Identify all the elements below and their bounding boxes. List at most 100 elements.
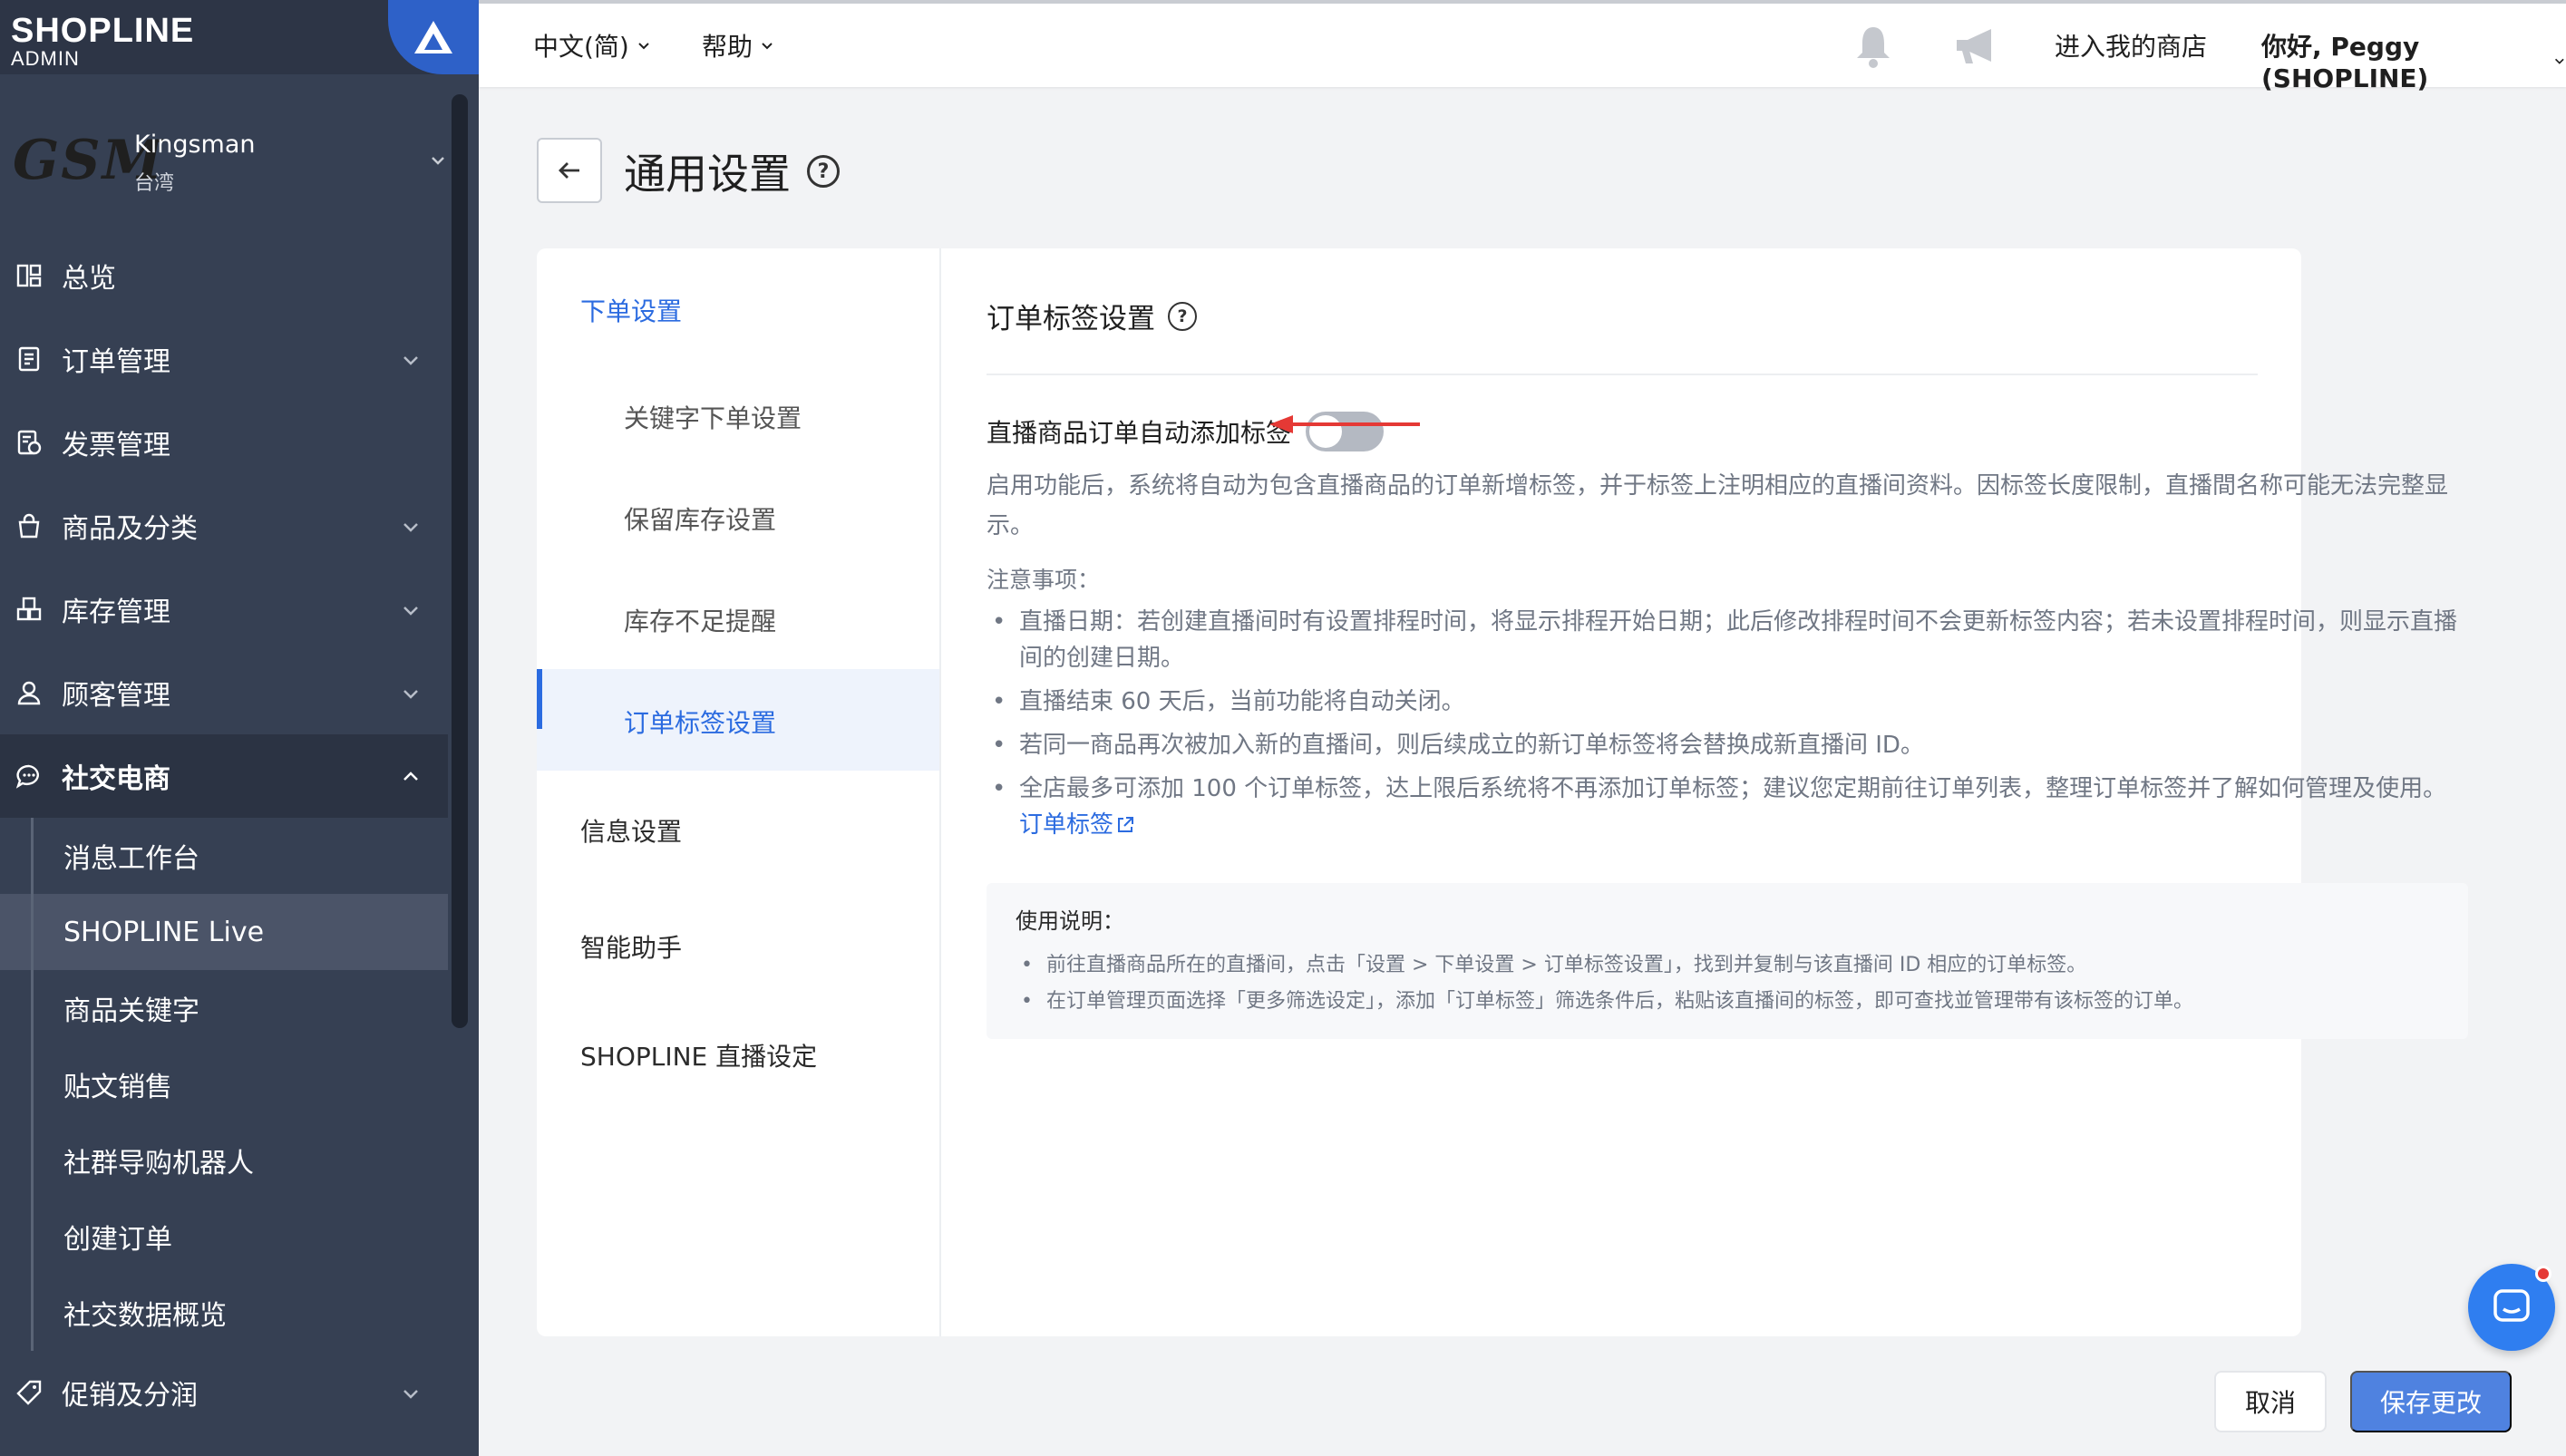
sidebar-item-label: 订单管理 [62, 346, 170, 378]
chevron-down-icon [432, 157, 444, 165]
user-menu[interactable]: 你好, Peggy (SHOPLINE) [2261, 27, 2566, 93]
cancel-button[interactable]: 取消 [2214, 1371, 2327, 1432]
store-region: 台湾 [134, 172, 175, 195]
order-tag-link[interactable]: 订单标签 [1019, 811, 1135, 839]
back-button[interactable] [537, 138, 602, 203]
question-mark-icon[interactable]: ? [1168, 301, 1197, 331]
page-title: 通用设置 [624, 150, 791, 199]
sidebar-header: SHOPLINE ADMIN [0, 0, 479, 74]
notification-dot [2535, 1266, 2551, 1282]
chat-bubble-icon [15, 762, 44, 791]
user-icon [15, 678, 44, 707]
toggle-label: 直播商品订单自动添加标签 [987, 418, 1292, 448]
chevron-down-icon [2555, 58, 2565, 64]
submenu-item-post-sales[interactable]: 贴文销售 [0, 1046, 448, 1122]
settings-nav-active-indicator [537, 669, 542, 729]
note-item: 直播结束 60 天后，当前功能将自动关闭。 [987, 684, 2474, 720]
store-switcher[interactable]: GSM Kingsman 台湾 [0, 96, 453, 223]
invoice-icon [15, 428, 44, 457]
question-mark-icon[interactable]: ? [807, 155, 840, 188]
language-selector[interactable]: 中文(简) [533, 27, 651, 63]
sidebar-item-label: 促销及分润 [62, 1380, 198, 1412]
sidebar-item-social-commerce[interactable]: 社交电商 [0, 734, 448, 818]
usage-item: 在订单管理页面选择「更多筛选设定」，添加「订单标签」筛选条件后，粘贴该直播间的标… [1016, 984, 2439, 1020]
settings-nav: 下单设置 关键字下单设置 保留库存设置 库存不足提醒 订单标签设置 信息设置 智… [537, 248, 941, 1336]
notes-title: 注意事项： [987, 567, 1101, 593]
submenu-item-social-analytics[interactable]: 社交数据概览 [0, 1275, 448, 1351]
chat-icon [2493, 1289, 2530, 1322]
sidebar-item-label: 顾客管理 [62, 680, 170, 712]
sidebar-item-label: 发票管理 [62, 430, 170, 461]
usage-list: 前往直播商品所在的直播间，点击「设置 > 下单设置 > 订单标签设置」，找到并复… [1016, 947, 2439, 1020]
settings-nav-low-stock-alert[interactable]: 库存不足提醒 [624, 602, 1026, 638]
brand-mark-icon [388, 0, 479, 74]
inventory-icon [15, 595, 44, 624]
sidebar-item-customers[interactable]: 顾客管理 [0, 651, 448, 734]
note-item-with-link: 全店最多可添加 100 个订单标签，达上限后系统将不再添加订单标签；建议您定期前… [987, 771, 2474, 843]
logo-text: SHOPLINE [11, 12, 195, 50]
chevron-down-icon [403, 356, 418, 365]
section-title-row: 订单标签设置 ? [987, 296, 1197, 336]
section-divider [987, 374, 2258, 375]
usage-item: 前往直播商品所在的直播间，点击「设置 > 下单设置 > 订单标签设置」，找到并复… [1016, 947, 2439, 984]
store-name: Kingsman [134, 131, 256, 159]
shopline-logo[interactable]: SHOPLINE ADMIN [11, 13, 194, 69]
enter-store-link[interactable]: 进入我的商店 [2055, 27, 2207, 63]
submenu-item-create-order[interactable]: 创建订单 [0, 1199, 448, 1275]
settings-nav-order-tag[interactable]: 订单标签设置 [624, 704, 1026, 740]
help-label: 帮助 [702, 32, 753, 62]
sidebar-item-label: 社交电商 [62, 763, 170, 795]
usage-instructions-box: 使用说明： 前往直播商品所在的直播间，点击「设置 > 下单设置 > 订单标签设置… [987, 883, 2468, 1039]
bell-icon[interactable] [1852, 24, 1895, 69]
chevron-down-icon [638, 43, 649, 50]
settings-nav-smart-assistant[interactable]: 智能助手 [580, 928, 983, 965]
sidebar-nav: 总览 订单管理 发票管理 商品及分类 库存管理 顾客管理 社交电商 消息工作台 … [0, 234, 448, 1434]
order-tag-link-text: 订单标签 [1019, 811, 1114, 839]
settings-nav-order-settings[interactable]: 下单设置 [580, 292, 983, 328]
submenu-item-message-center[interactable]: 消息工作台 [0, 818, 448, 894]
sidebar-item-inventory[interactable]: 库存管理 [0, 568, 448, 651]
tag-icon [15, 1378, 44, 1407]
sidebar-item-products[interactable]: 商品及分类 [0, 484, 448, 568]
submenu-item-shopping-bot[interactable]: 社群导购机器人 [0, 1122, 448, 1199]
section-title: 订单标签设置 [987, 303, 1155, 335]
settings-nav-live-settings[interactable]: SHOPLINE 直播设定 [580, 1037, 983, 1073]
usage-title: 使用说明： [1016, 908, 1124, 934]
settings-nav-keyword-order[interactable]: 关键字下单设置 [624, 399, 1026, 435]
dashboard-icon [15, 261, 44, 290]
chevron-up-icon [403, 772, 418, 781]
sidebar-item-invoices[interactable]: 发票管理 [0, 401, 448, 484]
help-menu[interactable]: 帮助 [702, 27, 774, 63]
sidebar-item-promotions[interactable]: 促销及分润 [0, 1351, 448, 1434]
topbar: 中文(简) 帮助 进入我的商店 你好, Peggy (SHOPLINE) [479, 0, 2566, 93]
feature-description: 启用功能后，系统将自动为包含直播商品的订单新增标签，并于标签上注明相应的直播间资… [987, 472, 2449, 539]
logo-subtext: ADMIN [11, 47, 80, 70]
save-changes-button[interactable]: 保存更改 [2350, 1371, 2512, 1432]
chevron-down-icon [762, 43, 773, 50]
sidebar: SHOPLINE ADMIN GSM Kingsman 台湾 总览 订单管理 发… [0, 0, 479, 1456]
sidebar-scrollbar[interactable] [452, 94, 468, 1028]
sidebar-item-label: 商品及分类 [62, 513, 198, 545]
submenu-line [31, 818, 34, 1351]
sidebar-item-label: 总览 [62, 263, 116, 295]
settings-nav-reserve-stock[interactable]: 保留库存设置 [624, 500, 1026, 537]
sidebar-item-label: 库存管理 [62, 597, 170, 628]
chevron-down-icon [403, 523, 418, 532]
page-title-row: 通用设置 ? [624, 141, 840, 201]
settings-card: 下单设置 关键字下单设置 保留库存设置 库存不足提醒 订单标签设置 信息设置 智… [537, 248, 2468, 1336]
chevron-down-icon [403, 690, 418, 699]
sidebar-item-orders[interactable]: 订单管理 [0, 317, 448, 401]
submenu-item-shopline-live[interactable]: SHOPLINE Live [0, 894, 448, 970]
megaphone-icon[interactable] [1951, 24, 2002, 69]
bag-icon [15, 511, 44, 540]
external-link-icon [1118, 817, 1134, 832]
order-icon [15, 345, 44, 374]
settings-nav-message-settings[interactable]: 信息设置 [580, 812, 983, 849]
user-greeting: 你好, Peggy (SHOPLINE) [2261, 32, 2429, 93]
submenu-item-product-keywords[interactable]: 商品关键字 [0, 970, 448, 1046]
sidebar-item-overview[interactable]: 总览 [0, 234, 448, 317]
social-commerce-submenu: 消息工作台 SHOPLINE Live 商品关键字 贴文销售 社群导购机器人 创… [0, 818, 448, 1351]
note-text: 全店最多可添加 100 个订单标签，达上限后系统将不再添加订单标签；建议您定期前… [1019, 775, 2447, 802]
note-item: 若同一商品再次被加入新的直播间，则后续成立的新订单标签将会替换成新直播间 ID。 [987, 727, 2474, 763]
notes-list: 直播日期：若创建直播间时有设置排程时间，将显示排程开始日期；此后修改排程时间不会… [987, 604, 2474, 850]
